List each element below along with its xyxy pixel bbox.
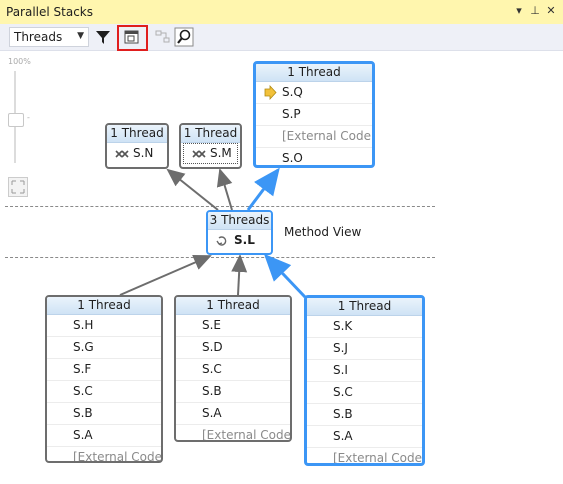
frame-label: S.G bbox=[73, 340, 94, 354]
stack-frame[interactable]: S.H bbox=[47, 315, 161, 337]
stack-frame[interactable]: S.B bbox=[307, 404, 422, 426]
stack-frame[interactable]: S.K bbox=[307, 316, 422, 338]
frame-label: S.D bbox=[202, 340, 223, 354]
stack-frame[interactable]: S.B bbox=[176, 381, 290, 403]
stack-header: 3 Threads bbox=[208, 212, 271, 230]
frame-label: S.A bbox=[333, 429, 353, 443]
stack-bottom-middle[interactable]: 1 Thread S.E S.D S.C S.B S.A [External C… bbox=[174, 295, 292, 442]
method-loop-icon bbox=[216, 230, 230, 251]
frame-label: [External Code] bbox=[202, 428, 292, 442]
frame-label: [External Code] bbox=[333, 451, 425, 465]
frame-label: S.O bbox=[282, 151, 303, 165]
stack-frame[interactable]: S.F bbox=[47, 359, 161, 381]
stack-frame[interactable]: [External Code] bbox=[256, 126, 372, 148]
thread-switch-icon bbox=[115, 143, 129, 164]
frame-label: S.E bbox=[202, 318, 222, 332]
stack-top-left-b[interactable]: 1 Thread S.M bbox=[179, 123, 242, 169]
frame-label: S.A bbox=[73, 428, 93, 442]
frame-label: S.J bbox=[333, 341, 348, 355]
stack-bottom-left[interactable]: 1 Thread S.H S.G S.F S.C S.B S.A [Extern… bbox=[45, 295, 163, 463]
frame-label: S.P bbox=[282, 107, 301, 121]
method-view-label: Method View bbox=[284, 225, 362, 239]
frame-label: S.A bbox=[202, 406, 222, 420]
stack-frame[interactable]: [External Code] bbox=[47, 447, 163, 463]
stack-frame[interactable]: S.J bbox=[307, 338, 422, 360]
stack-header: 1 Thread bbox=[176, 297, 290, 315]
frame-label: S.Q bbox=[282, 85, 303, 99]
stack-frame[interactable]: S.A bbox=[307, 426, 422, 448]
frame-label: S.C bbox=[202, 362, 222, 376]
stack-top-right[interactable]: 1 Thread S.Q S.P [External Code] S.O bbox=[253, 61, 375, 168]
stack-frame[interactable]: S.A bbox=[176, 403, 290, 425]
frame-label: S.C bbox=[73, 384, 93, 398]
frame-label: S.B bbox=[73, 406, 93, 420]
frame-label: [External Code] bbox=[282, 129, 375, 143]
stack-frame[interactable]: S.L bbox=[208, 230, 271, 251]
stack-header: 1 Thread bbox=[181, 125, 240, 143]
frame-label: S.B bbox=[202, 384, 222, 398]
frame-label: S.B bbox=[333, 407, 353, 421]
frame-label: S.I bbox=[333, 363, 348, 377]
stack-frame[interactable]: S.C bbox=[47, 381, 161, 403]
frame-label: S.M bbox=[210, 146, 232, 160]
frame-label: [External Code] bbox=[73, 450, 163, 463]
stack-frame[interactable]: S.N bbox=[107, 143, 167, 164]
frame-label: S.L bbox=[234, 233, 255, 247]
current-frame-arrow-icon bbox=[264, 82, 278, 103]
stack-frame[interactable]: S.P bbox=[256, 104, 372, 126]
stack-frame[interactable]: S.G bbox=[47, 337, 161, 359]
frame-label: S.K bbox=[333, 319, 353, 333]
stack-header: 1 Thread bbox=[256, 64, 372, 82]
stack-header: 1 Thread bbox=[107, 125, 167, 143]
stack-header: 1 Thread bbox=[47, 297, 161, 315]
frame-label: S.N bbox=[133, 146, 154, 160]
stack-top-left-a[interactable]: 1 Thread S.N bbox=[105, 123, 169, 169]
stack-frame[interactable]: S.C bbox=[176, 359, 290, 381]
thread-switch-icon bbox=[192, 144, 206, 165]
stack-frame[interactable]: S.A bbox=[47, 425, 161, 447]
stack-header: 1 Thread bbox=[307, 298, 422, 316]
stack-frame[interactable]: [External Code] bbox=[176, 425, 292, 442]
frame-label: S.F bbox=[73, 362, 92, 376]
stack-frame[interactable]: S.C bbox=[307, 382, 422, 404]
stack-frame[interactable]: S.B bbox=[47, 403, 161, 425]
frame-label: S.H bbox=[73, 318, 94, 332]
stack-frame[interactable]: S.O bbox=[256, 148, 372, 165]
stack-frame[interactable]: S.D bbox=[176, 337, 290, 359]
stack-frame[interactable]: S.E bbox=[176, 315, 290, 337]
stack-frame[interactable]: S.Q bbox=[256, 82, 372, 104]
stack-bottom-right[interactable]: 1 Thread S.K S.J S.I S.C S.B S.A [Extern… bbox=[304, 295, 425, 466]
stack-frame[interactable]: [External Code] bbox=[307, 448, 425, 465]
frame-label: S.C bbox=[333, 385, 353, 399]
stack-middle[interactable]: 3 Threads S.L bbox=[206, 210, 273, 255]
stack-frame[interactable]: S.I bbox=[307, 360, 422, 382]
stack-frame[interactable]: S.M bbox=[183, 143, 238, 164]
